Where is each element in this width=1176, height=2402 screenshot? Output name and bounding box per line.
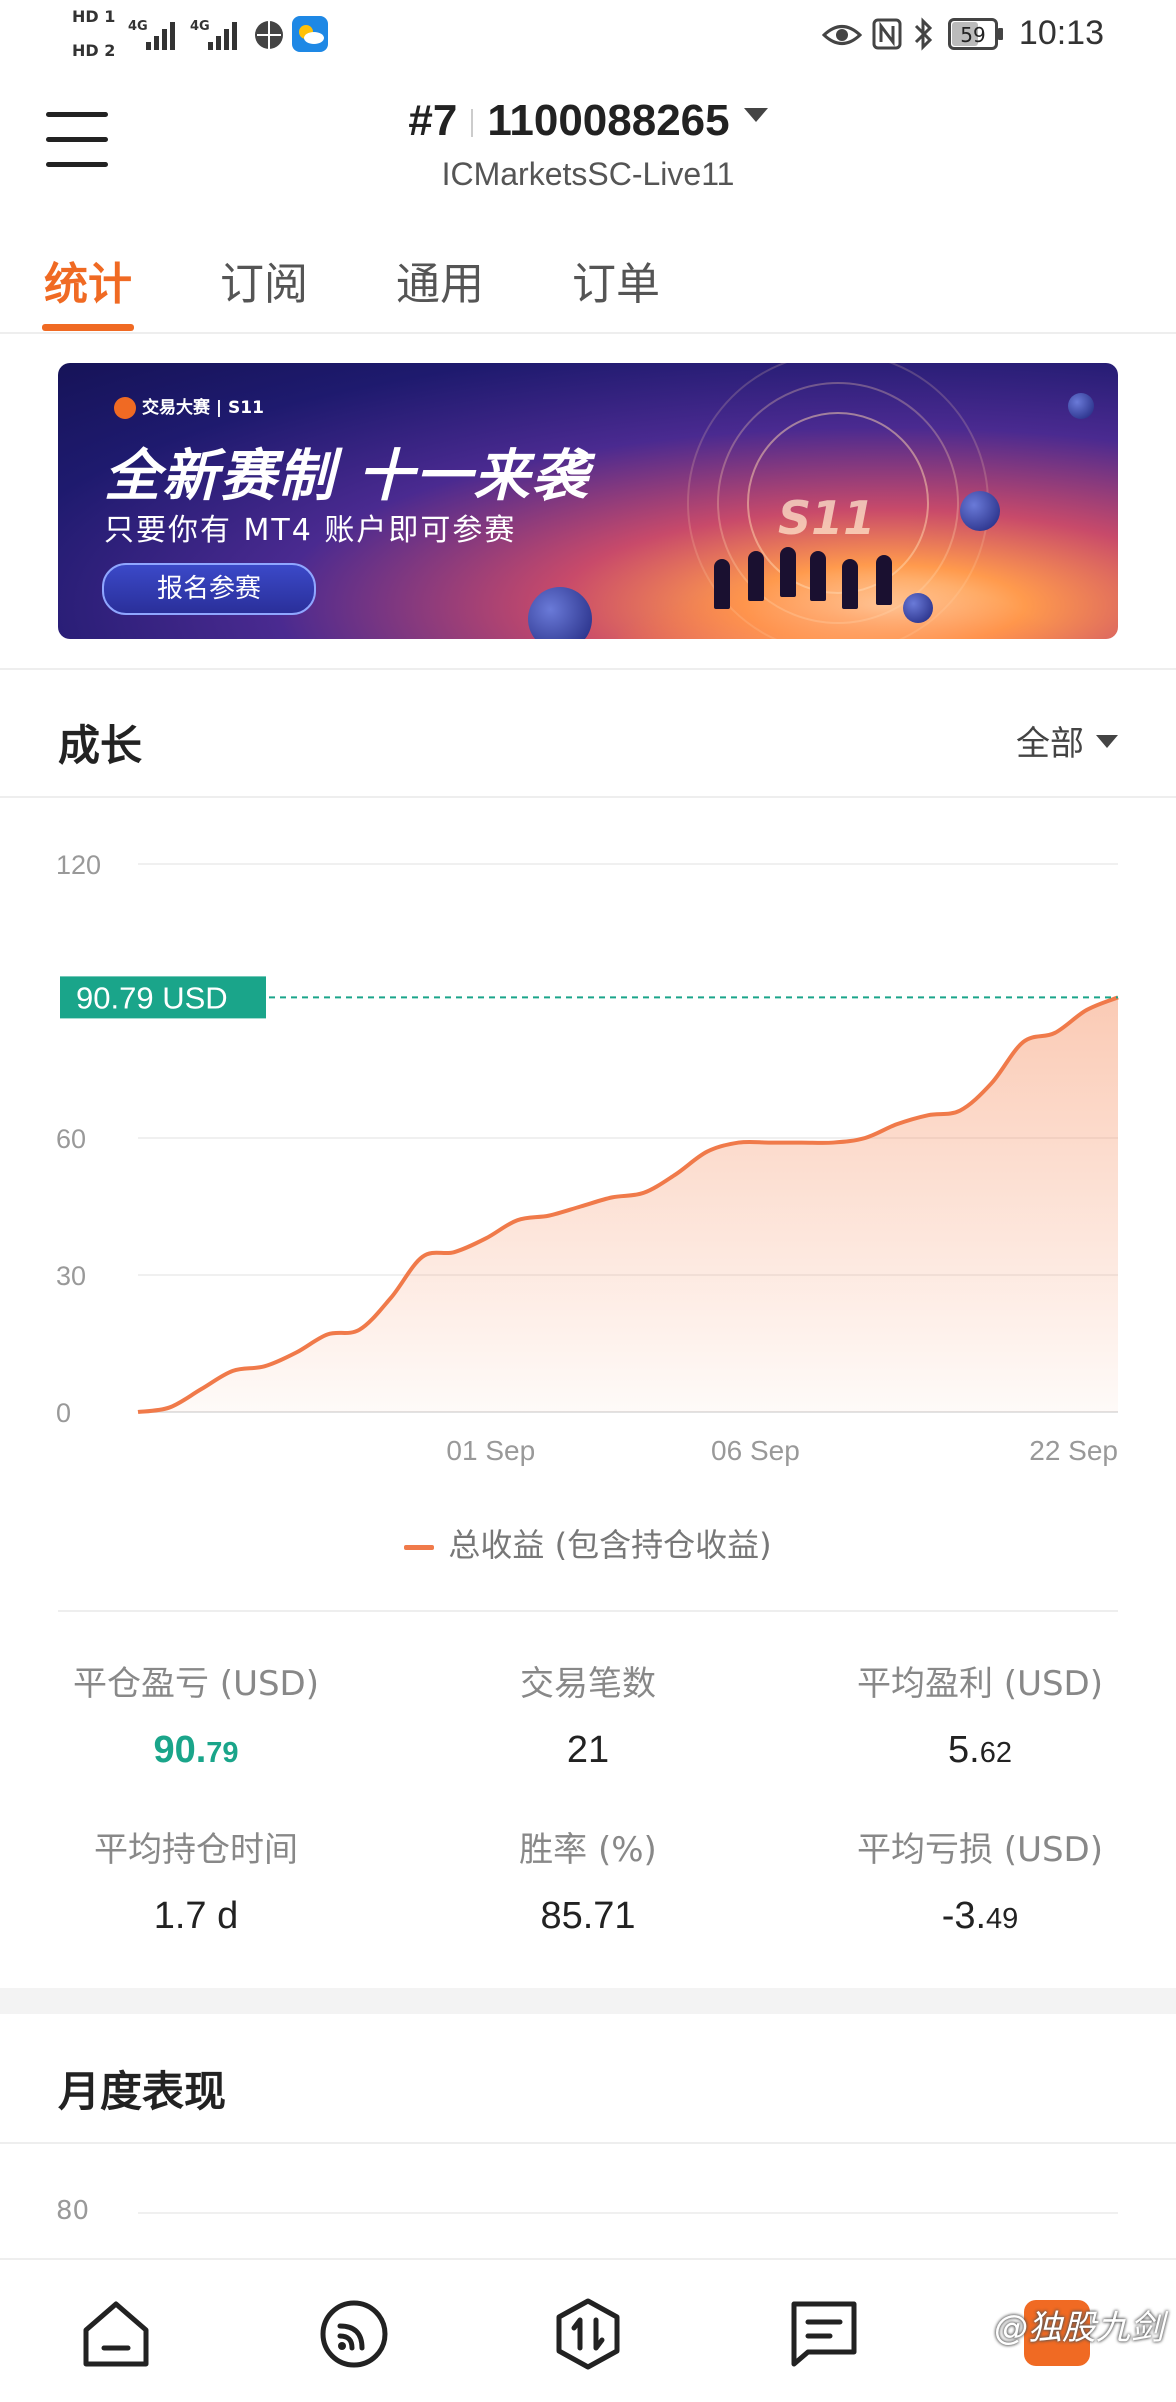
stat-label: 交易笔数 (520, 1664, 656, 1704)
stat-win-rate: 胜率 (%) 85.71 (408, 1822, 768, 1938)
banner-subtitle: 只要你有 MT4 账户即可参赛 (104, 513, 517, 548)
contest-banner[interactable]: S11 交易大赛 | S11 全新赛制 十一来袭 只要你有 MT4 账户即可参赛… (58, 363, 1118, 639)
sim1-label: HD 1 (72, 7, 116, 26)
y-tick-label: 60 (56, 1124, 86, 1154)
growth-filter-dropdown[interactable]: 全部 (1016, 716, 1118, 765)
stat-avg-holding-time: 平均持仓时间 1.7 d (16, 1822, 376, 1938)
y-tick-label: 30 (56, 1261, 86, 1291)
stat-label: 胜率 (%) (519, 1830, 657, 1870)
stat-label: 平均持仓时间 (94, 1830, 298, 1870)
clock: 10:13 (1018, 14, 1104, 52)
chevron-down-icon (1096, 735, 1118, 748)
stat-closed-pnl: 平仓盈亏 (USD) 90.79 (16, 1656, 376, 1772)
banner-emblem: S11 (778, 491, 876, 545)
account-number: 1100088265 (487, 96, 730, 145)
contest-logo-icon (114, 397, 136, 419)
tab-general[interactable]: 通用 (396, 248, 484, 312)
section-divider (0, 2142, 1176, 2144)
chart-legend[interactable]: 总收益 (包含持仓收益) (0, 1520, 1176, 1566)
account-server: ICMarketsSC-Live11 (441, 156, 735, 192)
register-button[interactable]: 报名参赛 (102, 563, 316, 615)
stat-value: 21 (566, 1729, 610, 1771)
account-selector[interactable]: #7 1100088265 (0, 96, 1176, 146)
stat-value: 1.7 d (153, 1895, 239, 1937)
account-rank: #7 (408, 96, 458, 145)
stat-avg-loss: 平均亏损 (USD) -3.49 (800, 1822, 1160, 1938)
eye-icon (822, 25, 862, 45)
stat-value: 85.71 (540, 1895, 636, 1937)
weather-icon (292, 16, 328, 52)
series-area (138, 997, 1118, 1412)
battery-level: 59 (960, 23, 986, 47)
news-icon[interactable] (788, 2298, 860, 2370)
banner-headline: 全新赛制 十一来袭 (104, 444, 590, 509)
legend-swatch (404, 1544, 435, 1550)
signals-icon[interactable] (318, 2298, 390, 2370)
y-tick-label: 120 (56, 850, 101, 880)
tab-subscribe[interactable]: 订阅 (220, 248, 308, 312)
tab-bar: 统计 订阅 通用 订单 (0, 246, 1176, 334)
stat-value: 90.79 (153, 1729, 239, 1771)
x-tick-label: 22 Sep (1029, 1435, 1118, 1466)
stat-avg-profit: 平均盈利 (USD) 5.62 (800, 1656, 1160, 1772)
status-bar: HD 1 HD 2 4G 4G 59 10:13 (0, 0, 1176, 72)
monthly-gridline (138, 2212, 1118, 2214)
watermark: @独股九剑 (994, 2308, 1164, 2348)
current-value-label: 90.79 USD (76, 980, 228, 1015)
monthly-performance-title: 月度表现 (58, 2067, 227, 2116)
section-divider (58, 1610, 1118, 1612)
bluetooth-icon (914, 17, 933, 51)
section-divider (0, 796, 1176, 798)
growth-chart: 0 30 60 120 90.79 USD 01 Sep 06 Sep 22 Sep (56, 850, 1119, 1466)
monthly-axis-label: 80 (56, 2196, 90, 2226)
stat-trade-count: 交易笔数 21 (408, 1656, 768, 1772)
banner-tag: 交易大赛 | S11 (114, 393, 264, 419)
y-tick-label: 0 (56, 1398, 71, 1428)
chevron-down-icon (743, 108, 768, 123)
vpn-globe-icon (255, 21, 283, 49)
nfc-icon (872, 18, 902, 50)
signal-icon-2 (208, 22, 237, 50)
stat-label: 平均盈利 (USD) (857, 1664, 1103, 1704)
signal-icon (146, 22, 175, 50)
sim2-label: HD 2 (72, 41, 116, 60)
trade-icon[interactable] (552, 2298, 624, 2370)
home-icon[interactable] (80, 2298, 152, 2370)
growth-title: 成长 (58, 721, 143, 770)
current-value-badge: 90.79 USD (60, 976, 266, 1019)
legend-label: 总收益 (包含持仓收益) (448, 1526, 772, 1564)
tab-statistics[interactable]: 统计 (44, 248, 132, 312)
stat-value: -3.49 (941, 1895, 1019, 1937)
stat-value: 5.62 (948, 1729, 1012, 1771)
x-tick-label: 01 Sep (446, 1435, 535, 1466)
section-gap (0, 1988, 1176, 2014)
x-tick-label: 06 Sep (711, 1435, 800, 1466)
stat-label: 平均亏损 (USD) (857, 1830, 1103, 1870)
battery-icon: 59 (948, 18, 1003, 50)
stat-label: 平仓盈亏 (USD) (73, 1664, 319, 1704)
tab-orders[interactable]: 订单 (572, 248, 660, 312)
section-divider (0, 668, 1176, 670)
active-tab-indicator (42, 324, 134, 331)
